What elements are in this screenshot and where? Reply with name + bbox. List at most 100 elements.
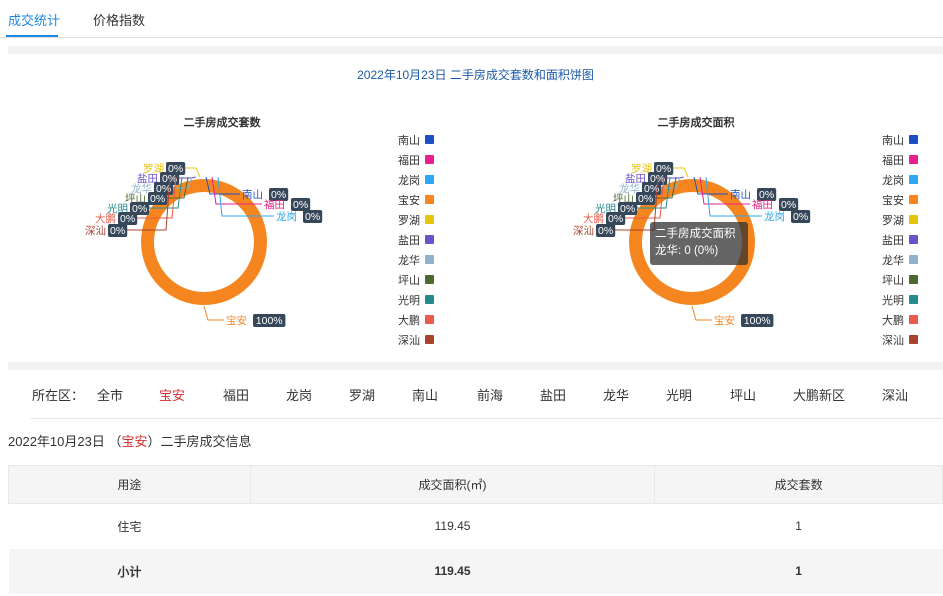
- legend-label: 龙华: [882, 253, 904, 267]
- legend-label: 龙华: [398, 253, 420, 267]
- legend-swatch: [909, 175, 918, 184]
- legend-label: 罗湖: [882, 214, 904, 227]
- filter-option-guangming[interactable]: 光明: [666, 385, 692, 404]
- tab-price-index[interactable]: 价格指数: [93, 10, 145, 29]
- filter-option-baoan[interactable]: 宝安: [159, 385, 185, 404]
- legend-swatch: [425, 255, 434, 264]
- legend-swatch: [909, 155, 918, 164]
- header-units: 成交套数: [654, 465, 943, 504]
- slice-value-label: 0%: [305, 211, 320, 223]
- legend-swatch: [425, 295, 434, 304]
- slice-name-label: 大鹏: [583, 212, 604, 225]
- slice-value-label: 0%: [293, 199, 308, 211]
- tooltip-text: 龙华: 0 (0%): [655, 245, 719, 257]
- filter-label: 所在区：: [32, 388, 85, 403]
- divider: [30, 418, 943, 419]
- slice-name-label: 宝安: [714, 314, 735, 327]
- pie-charts: 二手房成交套数南山 0%福田 0%龙岗 0%罗湖 0%盐田 0%龙华 0%坪山 0%光明 0%大…: [85, 115, 918, 347]
- chart-tooltip: 二手房成交面积 龙华: 0 (0%): [650, 222, 748, 265]
- legend-swatch: [425, 195, 434, 204]
- slice-value-label: 0%: [120, 213, 135, 225]
- legend-label: 龙岗: [398, 174, 420, 187]
- legend-label: 深汕: [882, 334, 904, 347]
- tab-bar: 成交统计 价格指数: [0, 0, 943, 38]
- legend-swatch: [909, 335, 918, 344]
- info-open-paren: （: [108, 434, 122, 449]
- legend-label: 龙岗: [882, 174, 904, 187]
- filter-option-yantian[interactable]: 盐田: [540, 385, 566, 404]
- legend-label: 罗湖: [398, 214, 420, 227]
- legend-label: 福田: [882, 153, 904, 167]
- tooltip-title: 二手房成交面积: [655, 228, 736, 240]
- slice-name-label: 大鹏: [95, 212, 116, 225]
- subtotal-row: 小计 119.45 1: [8, 548, 943, 594]
- legend-label: 宝安: [398, 193, 420, 207]
- slice-value-label: 0%: [598, 225, 613, 237]
- subtotal-label: 小计: [8, 548, 251, 594]
- filter-option-futian[interactable]: 福田: [223, 385, 249, 404]
- legend-label: 盐田: [882, 234, 904, 247]
- slice-value-label: 100%: [256, 315, 283, 327]
- info-close-paren: ）: [147, 434, 161, 449]
- slice-value-label: 0%: [150, 193, 165, 205]
- info-suffix: 二手房成交信息: [160, 434, 252, 449]
- legend-label: 大鹏: [398, 313, 420, 327]
- legend-swatch: [425, 155, 434, 164]
- legend-swatch: [909, 255, 918, 264]
- slice-leader-line: [203, 305, 224, 321]
- info-heading: 2022年10月23日 （宝安）二手房成交信息: [8, 431, 252, 450]
- legend-label: 光明: [882, 293, 904, 307]
- filter-option-shenshan[interactable]: 深汕: [882, 385, 908, 404]
- subtotal-units: 1: [654, 548, 943, 594]
- filter-option-qianhai[interactable]: 前海: [477, 385, 503, 404]
- legend-swatch: [909, 275, 918, 284]
- legend-label: 南山: [882, 134, 904, 147]
- slice-name-label: 龙岗: [276, 210, 297, 223]
- district-filter: 所在区： 全市 宝安 福田 龙岗 罗湖 南山 前海 盐田 龙华 光明 坪山 大鹏…: [30, 385, 943, 405]
- legend-swatch: [909, 135, 918, 144]
- filter-option-dapeng[interactable]: 大鹏新区: [793, 385, 845, 404]
- filter-option-longgang[interactable]: 龙岗: [286, 385, 312, 404]
- pie-title: 二手房成交面积: [658, 115, 735, 129]
- cell-units: 1: [795, 519, 802, 534]
- filter-option-longhua[interactable]: 龙华: [603, 385, 629, 404]
- filter-option-luohu[interactable]: 罗湖: [349, 385, 375, 404]
- legend-swatch: [425, 335, 434, 344]
- legend-swatch: [425, 135, 434, 144]
- header-area: 成交面积(㎡): [249, 465, 656, 504]
- cell-usage: 住宅: [117, 519, 142, 534]
- legend-swatch: [909, 315, 918, 324]
- transaction-table: 用途 成交面积(㎡) 成交套数 住宅 119.45 1 小计 119.45 1: [8, 465, 943, 594]
- legend-swatch: [909, 295, 918, 304]
- legend-swatch: [425, 215, 434, 224]
- slice-name-label: 深汕: [85, 225, 106, 237]
- slice-leader-line: [691, 305, 712, 321]
- slice-name-label: 南山: [730, 188, 751, 201]
- subtotal-area: 119.45: [250, 548, 655, 594]
- legend-swatch: [425, 175, 434, 184]
- legend-swatch: [425, 315, 434, 324]
- slice-value-label: 0%: [608, 213, 623, 225]
- active-tab-indicator: [6, 35, 58, 37]
- slice-value-label: 0%: [638, 193, 653, 205]
- pie-title: 二手房成交套数: [184, 115, 262, 129]
- legend-swatch: [425, 275, 434, 284]
- filter-option-pingshan[interactable]: 坪山: [730, 385, 756, 404]
- slice-name-label: 龙岗: [764, 210, 785, 223]
- legend-swatch: [425, 235, 434, 244]
- legend-swatch: [909, 195, 918, 204]
- slice-name-label: 南山: [242, 188, 263, 201]
- legend-label: 大鹏: [882, 313, 904, 327]
- legend-label: 宝安: [882, 193, 904, 207]
- legend-label: 坪山: [398, 274, 420, 287]
- info-date: 2022年10月23日: [8, 434, 105, 449]
- legend-label: 光明: [398, 293, 420, 307]
- filter-option-all[interactable]: 全市: [97, 385, 123, 404]
- legend-swatch: [909, 235, 918, 244]
- legend-label: 深汕: [398, 334, 420, 347]
- slice-name-label: 福田: [752, 198, 773, 211]
- table-row: 住宅 119.45 1: [9, 504, 943, 549]
- filter-option-nanshan[interactable]: 南山: [412, 385, 438, 404]
- info-district: 宝安: [121, 434, 148, 449]
- tab-transaction-stats[interactable]: 成交统计: [8, 10, 60, 29]
